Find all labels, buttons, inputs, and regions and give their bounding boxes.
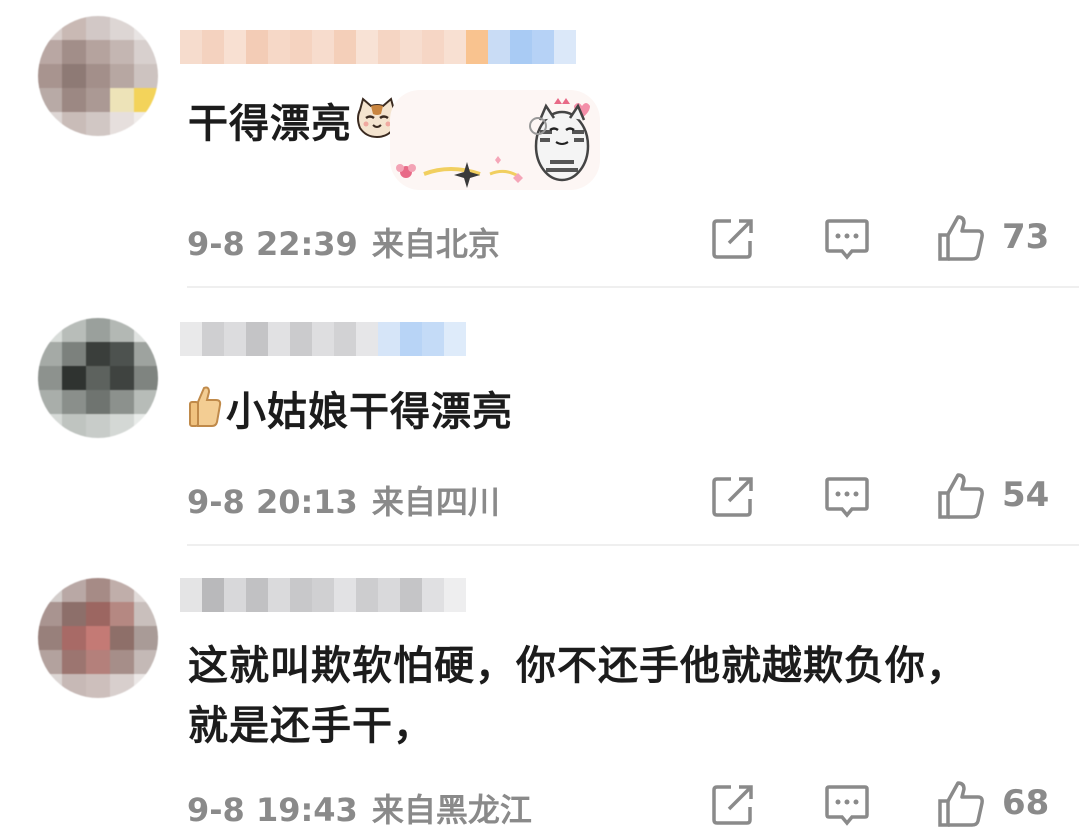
- share-icon[interactable]: [711, 783, 755, 827]
- share-icon[interactable]: [711, 217, 755, 261]
- comment-location: 来自四川: [371, 483, 500, 521]
- avatar[interactable]: [38, 16, 158, 136]
- like-thumb-icon[interactable]: [936, 471, 986, 521]
- cat-sticker: [390, 90, 600, 190]
- like-count: 54: [1002, 475, 1050, 515]
- comment-meta: 9-8 22:39 来自北京: [187, 219, 514, 265]
- divider: [187, 286, 1079, 288]
- comment-text-line-2: 就是还手干，: [188, 703, 434, 749]
- comment-item-1: 干得漂亮 9-8 22:39 来自北京 73: [0, 0, 1079, 285]
- comment-time: 9-8 22:39: [187, 225, 358, 263]
- username-blurred[interactable]: [180, 322, 580, 356]
- comment-meta: 9-8 19:43 来自黑龙江: [187, 785, 546, 831]
- comment-icon[interactable]: [824, 475, 869, 519]
- comment-time: 9-8 20:13: [187, 483, 358, 521]
- comment-text-line-1: 这就叫欺软怕硬，你不还手他就越欺负你，: [188, 643, 967, 689]
- comment-text: 干得漂亮: [188, 94, 400, 157]
- comment-icon[interactable]: [824, 783, 869, 827]
- comment-time: 9-8 19:43: [187, 791, 358, 829]
- comment-meta: 9-8 20:13 来自四川: [187, 477, 514, 523]
- like-thumb-icon[interactable]: [936, 779, 986, 829]
- like-count: 73: [1002, 217, 1050, 257]
- share-icon[interactable]: [711, 475, 755, 519]
- avatar[interactable]: [38, 318, 158, 438]
- like-thumb-icon[interactable]: [936, 213, 986, 263]
- comment-icon[interactable]: [824, 217, 869, 261]
- avatar[interactable]: [38, 578, 158, 698]
- username-blurred[interactable]: [180, 578, 580, 612]
- comment-item-2: 小姑娘干得漂亮 9-8 20:13 来自四川 54: [0, 290, 1079, 540]
- divider: [187, 544, 1079, 546]
- like-count: 68: [1002, 783, 1050, 823]
- thumbs-up-icon: [188, 384, 222, 445]
- comment-location: 来自黑龙江: [371, 791, 532, 829]
- comment-text: 小姑娘干得漂亮: [188, 382, 513, 445]
- comment-item-3: 这就叫欺软怕硬，你不还手他就越欺负你， 就是还手干， 9-8 19:43 来自黑龙…: [0, 548, 1079, 836]
- comment-location: 来自北京: [371, 225, 500, 263]
- username-blurred[interactable]: [180, 30, 580, 64]
